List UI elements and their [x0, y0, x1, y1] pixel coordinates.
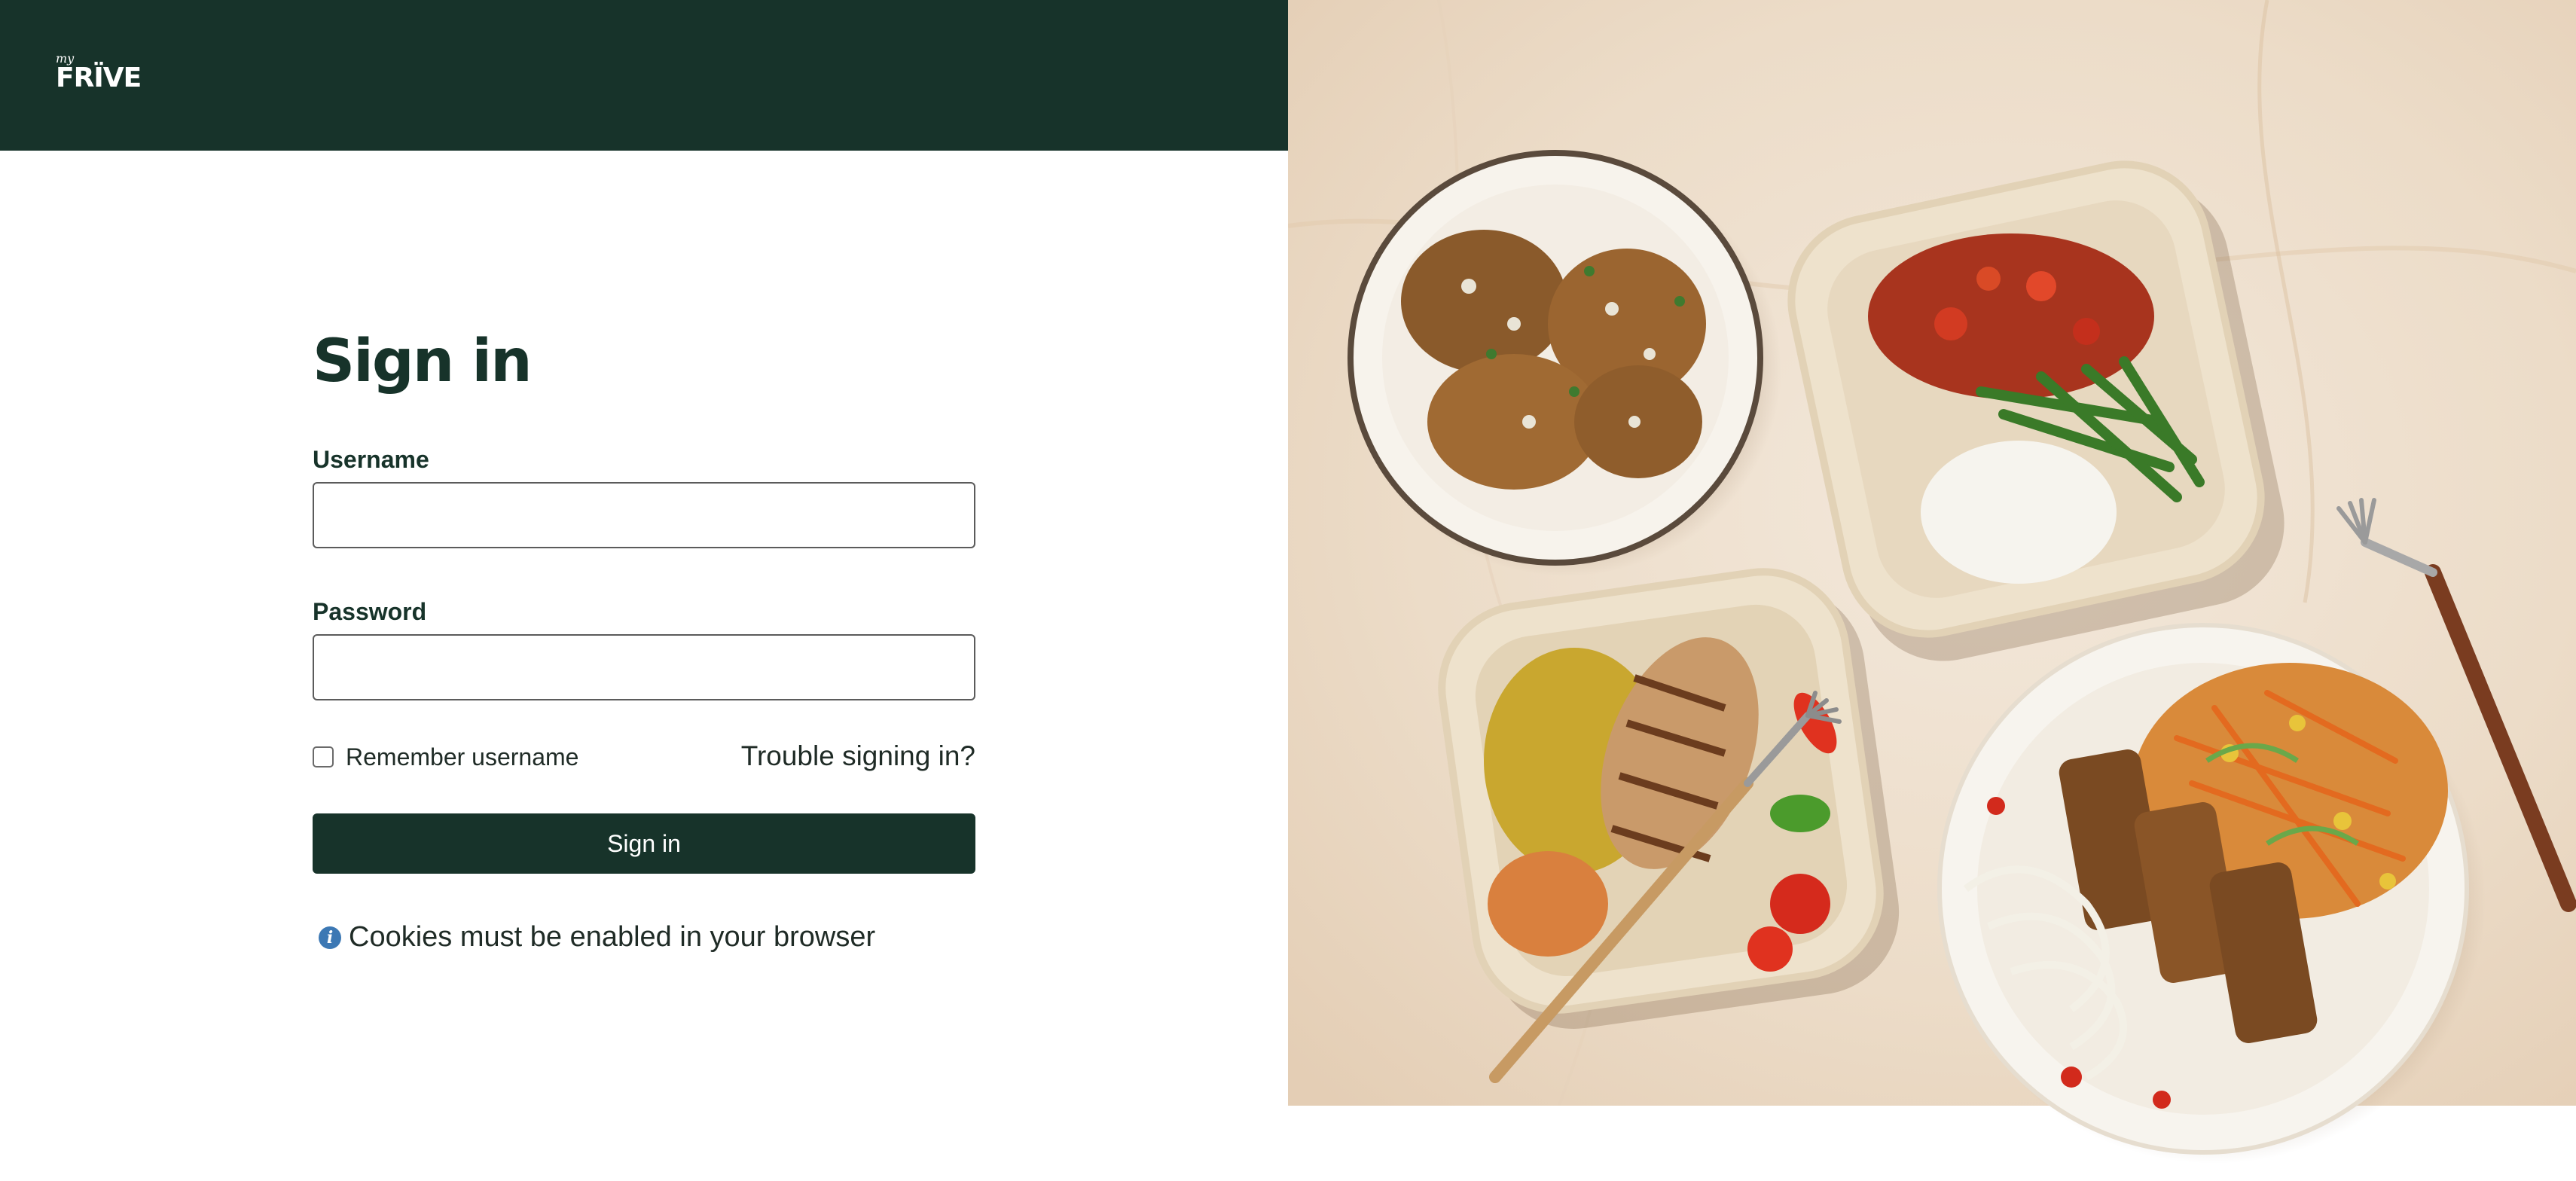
info-icon: i [319, 926, 341, 949]
remember-username-checkbox[interactable] [313, 746, 334, 767]
password-label: Password [313, 598, 427, 625]
cookies-notice: i Cookies must be enabled in your browse… [319, 921, 875, 954]
remember-username-label[interactable]: Remember username [346, 743, 578, 771]
plate-icon [1937, 623, 2486, 1164]
sign-in-button[interactable]: Sign in [313, 813, 975, 874]
hero-illustration [1288, 0, 2576, 1181]
logo-wordmark: FRÏVE [56, 63, 142, 93]
page-title: Sign in [313, 328, 533, 395]
username-input[interactable] [313, 482, 975, 548]
remember-username-row[interactable]: Remember username [313, 742, 578, 772]
trouble-signing-in-link[interactable]: Trouble signing in? [741, 738, 975, 774]
password-input[interactable] [313, 634, 975, 700]
brand-logo[interactable]: my FRÏVE [56, 53, 142, 98]
container-icon [1438, 568, 1900, 1029]
hero-food-photo [1288, 0, 2576, 1181]
header-bar: my FRÏVE [0, 0, 1288, 151]
username-label: Username [313, 446, 429, 473]
cookies-notice-text: Cookies must be enabled in your browser [349, 921, 876, 953]
